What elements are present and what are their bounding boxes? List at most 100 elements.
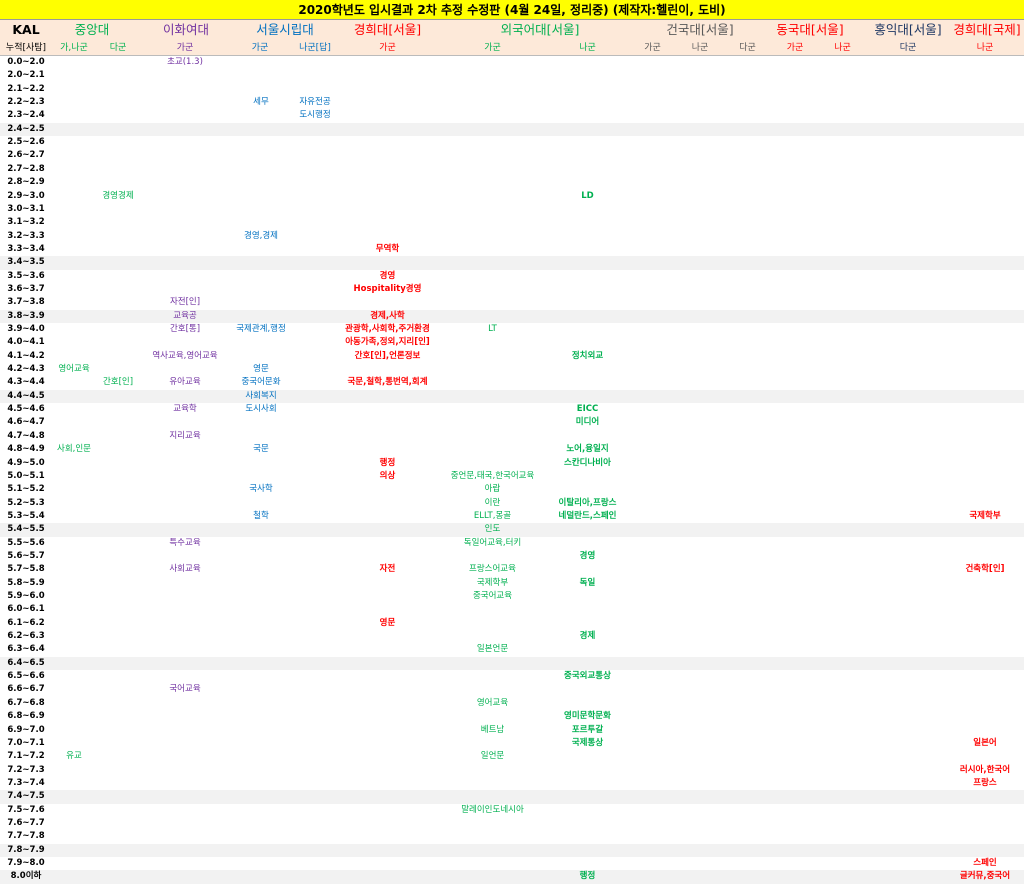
column-header: 나군[답] <box>299 43 331 53</box>
score-band-label: 2.3~2.4 <box>7 110 45 121</box>
major-cell: 스칸디나비아 <box>564 457 611 468</box>
major-cell: 도시행정 <box>299 110 331 121</box>
score-band-label: 5.9~6.0 <box>7 591 45 601</box>
major-cell: 세무 <box>253 97 269 108</box>
table-row: 5.1~5.2 국사학 아랍 <box>0 483 1024 496</box>
score-band-label: 5.5~5.6 <box>7 537 45 548</box>
major-cell: 철학 <box>253 510 269 521</box>
major-cell: 자유전공 <box>299 97 331 108</box>
score-band-label: 2.1~2.2 <box>7 83 45 94</box>
major-cell: 국어교육 <box>169 684 201 695</box>
score-band-label: 2.5~2.6 <box>7 137 45 148</box>
major-cell: 중국어교육 <box>472 591 513 601</box>
table-row: 2.0~2.1 <box>0 69 1024 82</box>
column-header: 가군 <box>644 43 661 53</box>
score-band-label: 7.3~7.4 <box>7 777 45 788</box>
table-row: 4.7~4.8 지리교육 <box>0 430 1024 443</box>
major-cell: 독일 <box>579 577 596 588</box>
table-row: 3.3~3.4 무역학 <box>0 243 1024 256</box>
table-row: 4.5~4.6 교육학 도시사회 EICC <box>0 403 1024 416</box>
score-band-label: 2.9~3.0 <box>7 190 45 201</box>
table-row: 4.1~4.2 역사교육,영어교육 간호[인],언론정보 정치외교 <box>0 350 1024 363</box>
score-band-label: 6.5~6.6 <box>7 671 45 682</box>
score-band-label: 0.0~2.0 <box>7 57 45 67</box>
major-cell: 사회,인문 <box>57 444 91 455</box>
table-row: 4.4~4.5 사회복지 <box>0 389 1024 404</box>
column-header: 가군 <box>251 43 269 53</box>
university-header: 경희대[서울] <box>353 22 422 37</box>
score-band-label: 4.7~4.8 <box>7 430 45 441</box>
major-cell: 유아교육 <box>169 377 201 388</box>
major-cell: 아동가족,정외,지리[인] <box>345 337 430 348</box>
table-row: 7.6~7.7 <box>0 817 1024 830</box>
score-band-label: 6.8~6.9 <box>7 711 45 722</box>
column-header: 나군 <box>976 43 994 53</box>
university-header-row: KAL 중앙대 이화여대 서울시립대 경희대[서울] 외국어대[서울] 건국대[… <box>0 20 1024 40</box>
table-row: 2.7~2.8 <box>0 163 1024 176</box>
university-header: 중앙대 <box>74 22 110 37</box>
major-cell: 경영 <box>379 270 396 281</box>
table-row: 2.3~2.4 도시행정 <box>0 109 1024 122</box>
table-row: 7.1~7.2 유교 일언문 <box>0 750 1024 763</box>
table-row: 7.3~7.4 프랑스 <box>0 777 1024 790</box>
score-band-label: 6.4~6.5 <box>7 657 45 668</box>
major-cell: 건축학[인] <box>965 564 1005 575</box>
table-row: 2.5~2.6 <box>0 136 1024 149</box>
score-band-label: 7.7~7.8 <box>7 831 45 842</box>
column-header: 가,나군 <box>60 43 88 53</box>
table-row: 3.1~3.2 <box>0 216 1024 229</box>
university-header: 외국어대[서울] <box>500 22 580 37</box>
score-band-label: 7.1~7.2 <box>7 751 45 762</box>
table-row: 5.2~5.3 이란 이탈리아,프랑스 <box>0 497 1024 510</box>
major-cell: 경영경제 <box>102 190 134 201</box>
score-band-label: 5.8~5.9 <box>7 577 45 588</box>
major-cell: 영어교육 <box>58 364 90 375</box>
score-band-label: 6.6~6.7 <box>7 684 45 695</box>
major-cell: 관광학,사회학,주거환경 <box>345 324 430 334</box>
table-row: 7.7~7.8 <box>0 830 1024 843</box>
table-row: 6.7~6.8 영어교육 <box>0 697 1024 710</box>
major-cell: 경제,사학 <box>370 310 405 321</box>
major-cell: 경제 <box>579 631 596 642</box>
major-cell: 정치외교 <box>571 350 604 361</box>
major-cell: 독일어교육,터키 <box>463 537 522 548</box>
admission-group-header-row: 누적[사탐] 가,나군 다군 가군 가군 나군[답] 가군 가군 나군 가군 나… <box>0 40 1024 56</box>
table-row: 4.6~4.7 미디어 <box>0 416 1024 429</box>
score-band-label: 7.5~7.6 <box>7 804 45 815</box>
major-cell: 교육공 <box>173 310 197 321</box>
major-cell: LD <box>581 190 594 201</box>
score-band-label: 4.6~4.7 <box>7 417 45 428</box>
score-band-label: 6.7~6.8 <box>7 697 45 708</box>
major-cell: 국제학부 <box>969 510 1001 521</box>
column-header: 다군 <box>739 43 756 53</box>
score-band-label: 7.2~7.3 <box>7 764 45 775</box>
major-cell: 베트남 <box>480 724 505 735</box>
score-band-label: 3.3~3.4 <box>7 243 45 254</box>
major-cell: 스페인 <box>973 858 997 868</box>
table-row: 7.0~7.1 국제통상 일본어 <box>0 737 1024 750</box>
table-row: 6.5~6.6 중국외교통상 <box>0 670 1024 683</box>
table-row: 6.4~6.5 <box>0 656 1024 671</box>
score-band-label: 6.0~6.1 <box>7 604 45 615</box>
table-row: 4.3~4.4 간호[인] 유아교육 중국어문화 국문,철학,통번역,회계 <box>0 376 1024 389</box>
score-band-label: 6.1~6.2 <box>7 617 45 628</box>
university-header: 건국대[서울] <box>666 22 734 37</box>
major-cell: 유교 <box>66 751 82 762</box>
major-cell: LT <box>488 324 497 334</box>
major-cell: 특수교육 <box>169 537 201 548</box>
table-row: 7.5~7.6 말레이인도네시아 <box>0 804 1024 817</box>
table-row: 0.0~2.0 초교(1.3) <box>0 56 1024 69</box>
table-row: 2.1~2.2 <box>0 83 1024 96</box>
score-band-label: 2.0~2.1 <box>7 70 45 81</box>
table-row: 5.7~5.8 사회교육 자전 프랑스어교육 건축학[인] <box>0 563 1024 576</box>
major-cell: 아랍 <box>484 484 501 495</box>
table-row: 5.0~5.1 의상 중언문,태국,한국어교육 <box>0 470 1024 483</box>
major-cell: 영문 <box>379 617 396 628</box>
score-band-label: 5.0~5.1 <box>7 470 45 481</box>
column-header: 가군 <box>379 43 396 53</box>
score-band-label: 5.4~5.5 <box>7 524 45 535</box>
major-cell: 영어교육 <box>476 697 509 708</box>
score-band-label: 3.2~3.3 <box>7 230 45 241</box>
table-row: 2.8~2.9 <box>0 176 1024 189</box>
major-cell: 국제통상 <box>571 737 604 748</box>
